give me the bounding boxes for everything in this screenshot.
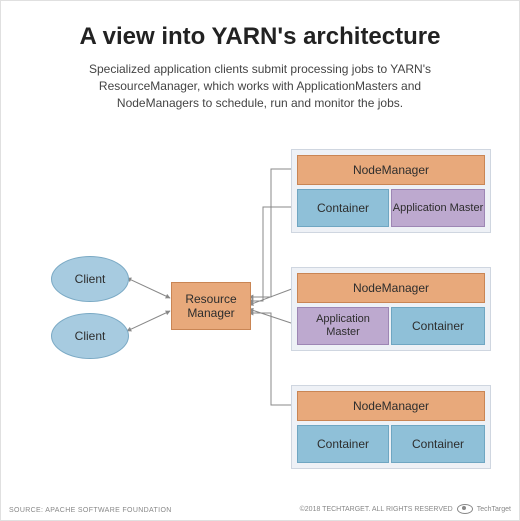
node-manager-label: NodeManager [353, 163, 429, 177]
application-master-node: Application Master [391, 189, 485, 227]
footer-source-text: SOURCE: APACHE SOFTWARE FOUNDATION [9, 507, 172, 514]
client-node: Client [51, 313, 129, 359]
client-node: Client [51, 256, 129, 302]
container-node: Container [297, 425, 389, 463]
diagram-subtitle: Specialized application clients submit p… [61, 61, 459, 111]
node-manager-label: NodeManager [353, 399, 429, 413]
node-manager-label: NodeManager [353, 281, 429, 295]
container-label: Container [317, 437, 369, 451]
footer-brand-text: TechTarget [477, 506, 511, 513]
resource-manager-node: Resource Manager [171, 282, 251, 330]
resource-manager-label: Resource Manager [172, 292, 250, 321]
footer-brand: ©2018 TECHTARGET. ALL RIGHTS RESERVED Te… [300, 504, 511, 514]
container-node: Container [297, 189, 389, 227]
container-node: Container [391, 307, 485, 345]
techtarget-logo-icon [457, 504, 473, 514]
footer-source: SOURCE: APACHE SOFTWARE FOUNDATION [9, 507, 172, 514]
client-label: Client [75, 329, 106, 343]
container-label: Container [412, 437, 464, 451]
node-manager-node: NodeManager [297, 391, 485, 421]
node-manager-node: NodeManager [297, 273, 485, 303]
client-label: Client [75, 272, 106, 286]
diagram-canvas: A view into YARN's architecture Speciali… [0, 0, 520, 521]
container-label: Container [412, 319, 464, 333]
application-master-node: Application Master [297, 307, 389, 345]
application-master-label: Application Master [298, 313, 388, 338]
container-label: Container [317, 201, 369, 215]
node-manager-node: NodeManager [297, 155, 485, 185]
container-node: Container [391, 425, 485, 463]
footer-rights-text: ©2018 TECHTARGET. ALL RIGHTS RESERVED [300, 506, 453, 513]
application-master-label: Application Master [393, 202, 484, 215]
diagram-title: A view into YARN's architecture [1, 23, 519, 51]
